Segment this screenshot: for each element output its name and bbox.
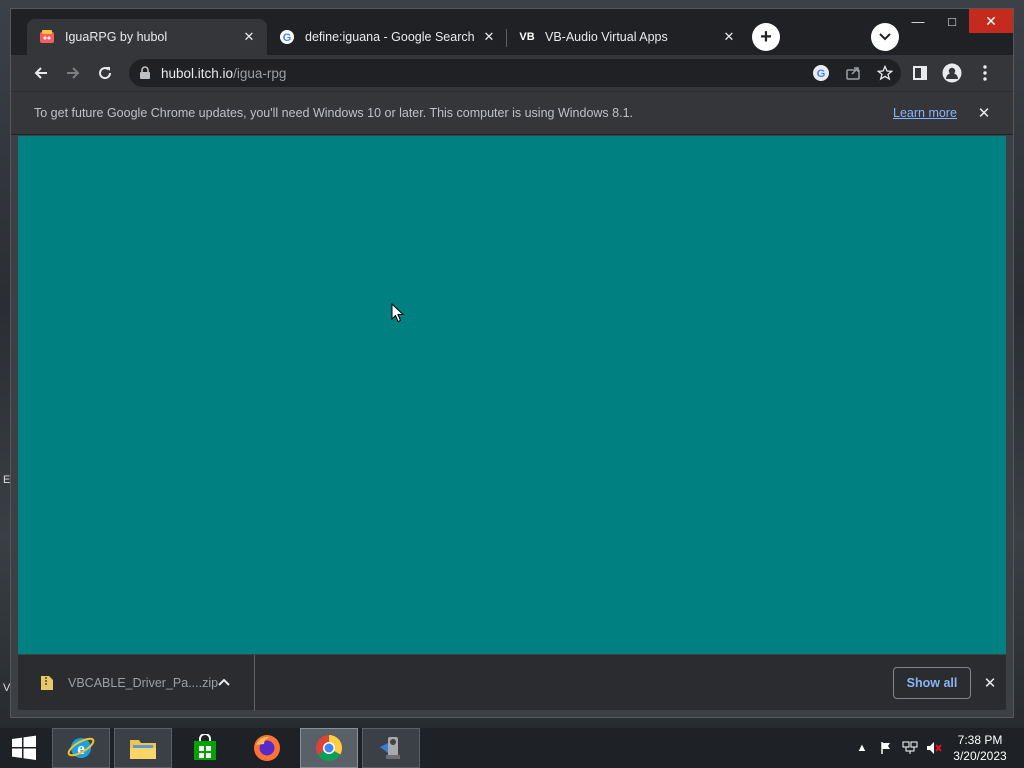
show-hidden-icons-icon[interactable]: ▲ [850,728,874,768]
clock-date: 3/20/2023 [953,749,1007,763]
window-controls: — □ ✕ [901,9,1013,35]
action-center-flag-icon[interactable] [874,728,898,768]
chrome-icon[interactable] [300,728,358,768]
tab-title: define:iguana - Google Search [305,30,475,44]
app-icon[interactable] [362,728,420,768]
download-shelf: VBCABLE_Driver_Pa....zip Show all ✕ [18,654,1006,711]
windows-start-icon[interactable] [0,728,48,768]
profile-button[interactable] [939,60,965,86]
maximize-button[interactable]: □ [935,9,969,33]
clock-time: 7:38 PM [957,733,1003,747]
kebab-menu-icon [983,65,987,81]
tab-title: IguaRPG by hubol [65,30,168,44]
reload-button[interactable] [92,60,118,86]
learn-more-link[interactable]: Learn more [893,106,957,120]
window-close-button[interactable]: ✕ [969,9,1013,33]
lock-icon [140,66,150,79]
volume-muted-icon[interactable] [922,728,946,768]
vb-icon: VB [519,31,535,43]
update-infobar: To get future Google Chrome updates, you… [11,91,1013,135]
page-content[interactable] [18,136,1006,654]
download-filename: VBCABLE_Driver_Pa....zip [68,676,219,690]
side-panel-icon [913,66,927,80]
system-tray: ▲ [850,728,946,768]
reload-icon [99,67,112,80]
url-text: hubol.itch.io/igua-rpg [161,65,287,81]
browser-toolbar: hubol.itch.io/igua-rpg G [11,55,1013,91]
download-item[interactable]: VBCABLE_Driver_Pa....zip [18,655,255,711]
tab-title: VB-Audio Virtual Apps [545,30,668,44]
address-bar[interactable]: hubol.itch.io/igua-rpg G [129,59,901,87]
new-tab-button[interactable]: + [752,23,780,51]
itch-icon [39,29,55,45]
side-panel-button[interactable] [907,60,933,86]
infobar-message: To get future Google Chrome updates, you… [34,106,633,120]
svg-text:G: G [283,32,292,44]
tab-strip: IguaRPG by hubol ✕ G define:iguana - Goo… [11,9,1013,55]
minimize-button[interactable]: — [901,9,935,33]
store-icon[interactable] [176,728,234,768]
avatar-icon [942,63,962,83]
network-icon[interactable] [898,728,922,768]
close-icon[interactable]: ✕ [975,104,993,122]
close-icon[interactable]: ✕ [980,673,1000,693]
tab-search-button[interactable] [871,23,899,51]
svg-text:G: G [817,68,826,80]
show-all-button[interactable]: Show all [893,667,971,699]
close-icon[interactable]: ✕ [481,29,497,45]
close-icon[interactable]: ✕ [721,29,737,45]
google-icon: G [279,29,295,45]
chrome-window: IguaRPG by hubol ✕ G define:iguana - Goo… [10,8,1014,718]
close-icon[interactable]: ✕ [241,29,257,45]
chevron-up-icon[interactable] [218,677,230,689]
mouse-cursor-icon [391,303,405,323]
back-button[interactable] [28,60,54,86]
file-explorer-icon[interactable] [114,728,172,768]
forward-button[interactable] [60,60,86,86]
menu-button[interactable] [972,60,998,86]
firefox-icon[interactable] [238,728,296,768]
tab-google-search[interactable]: G define:iguana - Google Search ✕ [267,19,507,55]
forward-arrow-icon [67,67,80,79]
chevron-down-icon [879,33,891,41]
back-arrow-icon [34,67,47,79]
share-icon[interactable] [837,59,869,87]
tab-vb-audio[interactable]: VB VB-Audio Virtual Apps ✕ [507,19,747,55]
taskbar: e ▲ 7:38 PM 3/20/2023 [0,728,1024,768]
system-clock[interactable]: 7:38 PM 3/20/2023 [946,732,1014,764]
bookmark-star-icon[interactable] [869,59,901,87]
tab-igua-rpg[interactable]: IguaRPG by hubol ✕ [27,19,267,55]
internet-explorer-icon[interactable]: e [52,728,110,768]
zip-file-icon [41,676,53,690]
google-lens-icon[interactable]: G [805,59,837,87]
